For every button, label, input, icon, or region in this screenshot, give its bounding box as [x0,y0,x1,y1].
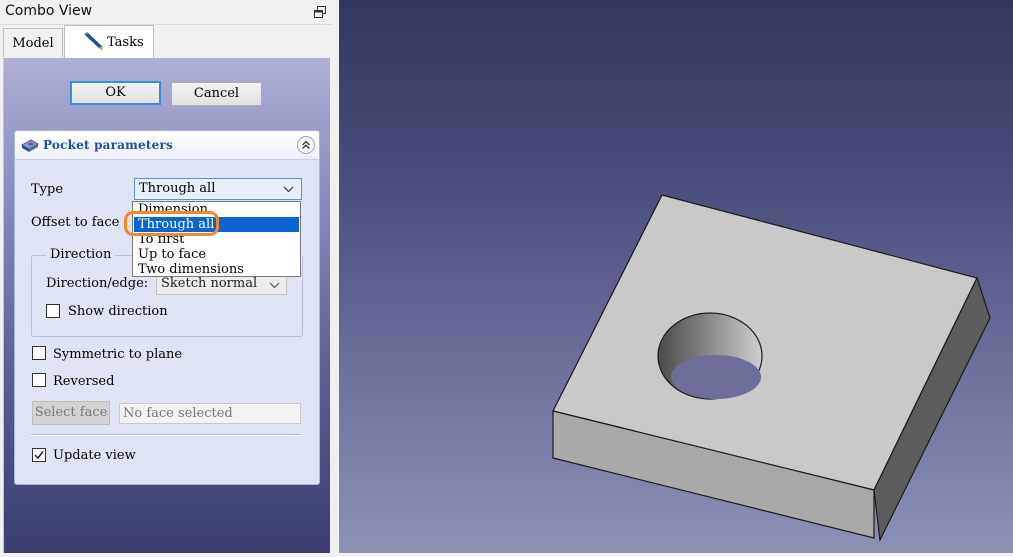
reversed-checkbox[interactable] [32,373,46,387]
direction-edge-value: Sketch normal [161,276,258,291]
combo-view-title: Combo View [5,3,93,19]
combo-view-panel: Combo View Model Tasks OK Cancel Pocket … [0,0,333,553]
face-field[interactable]: No face selected [119,403,301,424]
update-view-label: Update view [53,448,136,463]
select-face-button[interactable]: Select face [32,401,110,425]
type-label: Type [31,182,64,197]
direction-legend: Direction [46,247,116,262]
chevron-down-icon [269,282,280,289]
symmetric-to-plane-checkbox[interactable] [32,346,46,360]
tab-model-label: Model [12,36,54,51]
direction-edge-label: Direction/edge: [46,276,149,291]
cancel-button[interactable]: Cancel [171,82,262,106]
3d-viewport[interactable] [339,0,1013,553]
offset-to-face-label: Offset to face [31,215,120,230]
direction-edge-select[interactable]: Sketch normal [156,274,287,295]
divider [31,434,301,436]
reversed-label: Reversed [53,374,115,389]
pocket-parameters-header[interactable]: Pocket parameters [15,131,319,160]
combo-view-titlebar: Combo View [0,0,333,25]
chevron-down-icon [283,186,294,193]
symmetric-to-plane-label: Symmetric to plane [53,347,183,362]
hole-through-view [671,355,761,399]
checkmark-icon [34,451,44,460]
tab-model[interactable]: Model [3,28,63,57]
pocket-parameters-title: Pocket parameters [43,138,173,152]
type-option-up-to-face[interactable]: Up to face [134,247,299,262]
combo-tabs: Model Tasks [0,25,333,58]
3d-model [552,194,991,543]
pocket-icon [21,139,39,152]
type-option-two-dimensions[interactable]: Two dimensions [134,262,299,277]
undock-icon[interactable] [314,6,326,18]
collapse-icon [302,140,310,149]
tab-tasks-label: Tasks [107,35,144,50]
pencil-icon [84,32,103,51]
type-select-value: Through all [139,181,216,196]
task-panel: OK Cancel Pocket parameters Type Through… [3,58,330,553]
highlight-annotation [124,211,219,236]
type-select[interactable]: Through all [134,178,302,200]
update-view-checkbox[interactable] [32,448,46,462]
ok-button[interactable]: OK [70,81,161,105]
tab-tasks[interactable]: Tasks [64,25,154,58]
show-direction-label: Show direction [68,304,168,319]
show-direction-checkbox[interactable] [46,304,60,318]
collapse-button[interactable] [297,136,315,154]
pocket-parameters-box: Pocket parameters Type Through all Offse… [14,130,320,485]
